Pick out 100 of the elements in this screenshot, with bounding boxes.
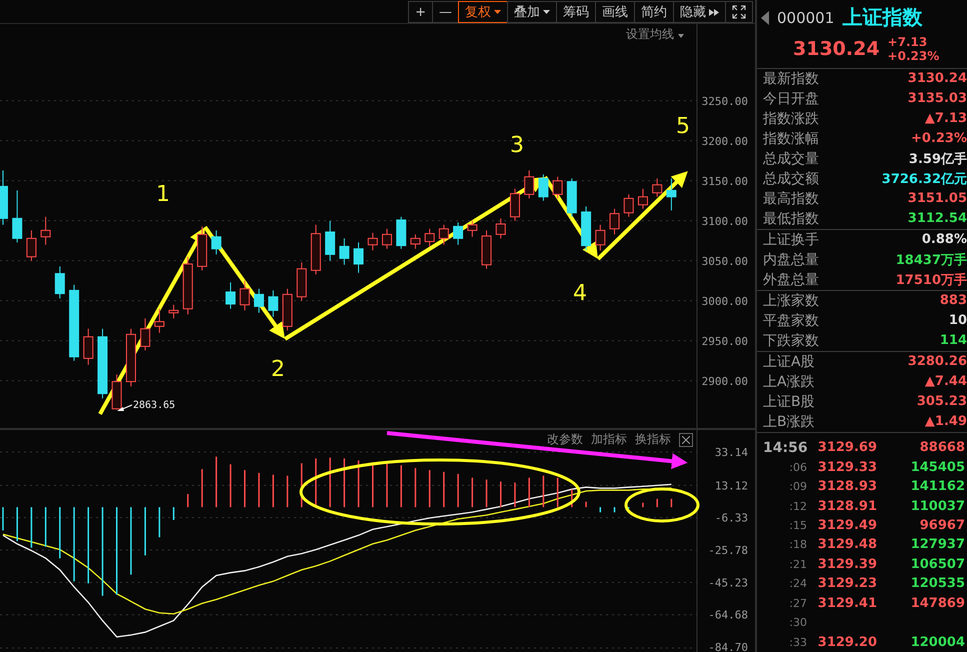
stat-label: 指数涨幅 <box>763 130 819 148</box>
stat-label: 上涨家数 <box>763 292 819 310</box>
caret-icon <box>494 10 501 14</box>
candlestick <box>453 222 464 246</box>
low-price-label: 2863.65 <box>133 400 176 411</box>
candlestick <box>154 308 164 334</box>
candlestick <box>296 262 307 302</box>
index-code: 000001 <box>777 8 834 27</box>
wave-number: 3 <box>510 133 524 158</box>
indicator-action[interactable]: 换指标 <box>635 431 671 448</box>
candlestick <box>240 280 250 311</box>
toolbar-button[interactable]: 叠加 <box>507 1 557 23</box>
candlestick <box>624 194 634 218</box>
low-pointer-icon <box>117 404 132 411</box>
close-button[interactable] <box>679 432 693 446</box>
stat-label: 上A涨跌 <box>763 372 815 391</box>
trade-price: 3129.69 <box>816 440 877 456</box>
indicator-axis-label: -6.33 <box>714 512 748 525</box>
trade-volume: 120535 <box>910 576 965 592</box>
candlestick <box>40 216 51 246</box>
stat-label: 下跌家数 <box>763 332 819 350</box>
stat-value: ▲7.44 <box>924 374 967 390</box>
candlestick <box>524 170 534 199</box>
candlestick <box>254 288 264 314</box>
toolbar-button[interactable]: + <box>408 1 433 23</box>
trade-time: :09 <box>788 480 807 494</box>
toolbar-button[interactable]: — <box>432 1 459 23</box>
price-axis-label: 3000.00 <box>702 294 748 308</box>
candlestick <box>339 238 350 266</box>
indicator-axis-label: -45.23 <box>708 576 748 590</box>
price-axis-label: 3250.00 <box>702 94 748 108</box>
stat-label: 总成交额 <box>763 170 819 188</box>
stat-value: 3280.26 <box>908 354 967 370</box>
fullscreen-icon <box>732 5 746 19</box>
candlestick <box>83 328 94 366</box>
price-axis-label: 3200.00 <box>702 134 748 148</box>
stat-value: 17510万手 <box>896 272 967 289</box>
stat-label: 最新指数 <box>763 70 819 88</box>
index-price: 3130.24 <box>793 38 880 60</box>
candlestick <box>368 232 378 251</box>
price-axis-label: 3100.00 <box>702 214 748 228</box>
trade-time: :15 <box>788 518 807 532</box>
prev-arrow-icon[interactable] <box>761 10 769 25</box>
trade-volume: 88668 <box>918 440 965 456</box>
toolbar-button[interactable]: 简约 <box>634 1 674 23</box>
trade-price: 3128.91 <box>816 498 877 514</box>
trade-volume: 141162 <box>910 479 965 494</box>
stat-value: 883 <box>940 293 967 308</box>
trade-time: :30 <box>788 616 807 630</box>
candlestick <box>26 230 36 262</box>
stat-label: 最低指数 <box>763 210 819 228</box>
trade-price: 3129.33 <box>816 460 877 475</box>
trade-volume: 106507 <box>910 556 965 572</box>
candlestick <box>325 220 336 262</box>
toolbar-button[interactable]: 筹码 <box>556 1 596 23</box>
stat-label: 平盘家数 <box>763 312 819 330</box>
trade-volume: 127937 <box>910 537 965 552</box>
trade-time: :27 <box>788 596 807 610</box>
stat-label: 上B涨跌 <box>763 412 815 431</box>
trade-time: :24 <box>788 577 807 590</box>
candlestick <box>197 226 208 271</box>
toolbar-button[interactable]: 复权 <box>458 1 508 23</box>
toolbar-button[interactable]: 画线 <box>595 1 635 23</box>
indicator-action[interactable]: 改参数 <box>547 431 583 448</box>
candlestick <box>638 188 648 210</box>
candlestick <box>382 228 392 250</box>
stat-value: 3112.54 <box>908 211 967 226</box>
candlestick <box>0 170 8 226</box>
stat-value: 305.23 <box>916 394 967 410</box>
ma-setting-menu[interactable]: 设置均线 <box>626 26 684 43</box>
candlestick <box>182 256 193 315</box>
double-arrow-icon <box>709 8 719 16</box>
toolbar-button[interactable]: 隐藏 <box>673 1 726 23</box>
candlestick <box>140 318 150 351</box>
trade-volume: 96967 <box>918 518 965 533</box>
trade-volume: 145405 <box>910 460 965 475</box>
candlestick <box>354 242 364 274</box>
stat-label: 总成交量 <box>763 150 819 168</box>
trade-price: 3128.93 <box>816 479 877 494</box>
trade-price: 3129.41 <box>816 596 877 611</box>
candlestick <box>226 282 236 310</box>
candlestick <box>510 188 520 222</box>
candlestick <box>652 178 662 198</box>
indicator-action[interactable]: 加指标 <box>591 431 627 448</box>
candlestick <box>98 328 108 399</box>
fullscreen-button[interactable] <box>725 1 753 23</box>
candlestick <box>496 218 506 239</box>
candlestick <box>467 220 478 238</box>
trade-price: 3129.23 <box>816 576 877 592</box>
trade-price: 3129.20 <box>816 634 877 650</box>
candlestick <box>396 216 406 250</box>
stat-label: 外盘总量 <box>763 270 819 289</box>
candlestick <box>12 190 22 243</box>
change-value: +7.13 <box>888 35 928 50</box>
wave-number: 5 <box>676 114 690 139</box>
trade-volume: 120004 <box>910 634 965 650</box>
price-axis-label: 2900.00 <box>702 374 748 388</box>
candlestick <box>168 304 179 319</box>
indicator-axis-label: -84.70 <box>708 641 748 652</box>
wave-number: 2 <box>271 357 285 382</box>
